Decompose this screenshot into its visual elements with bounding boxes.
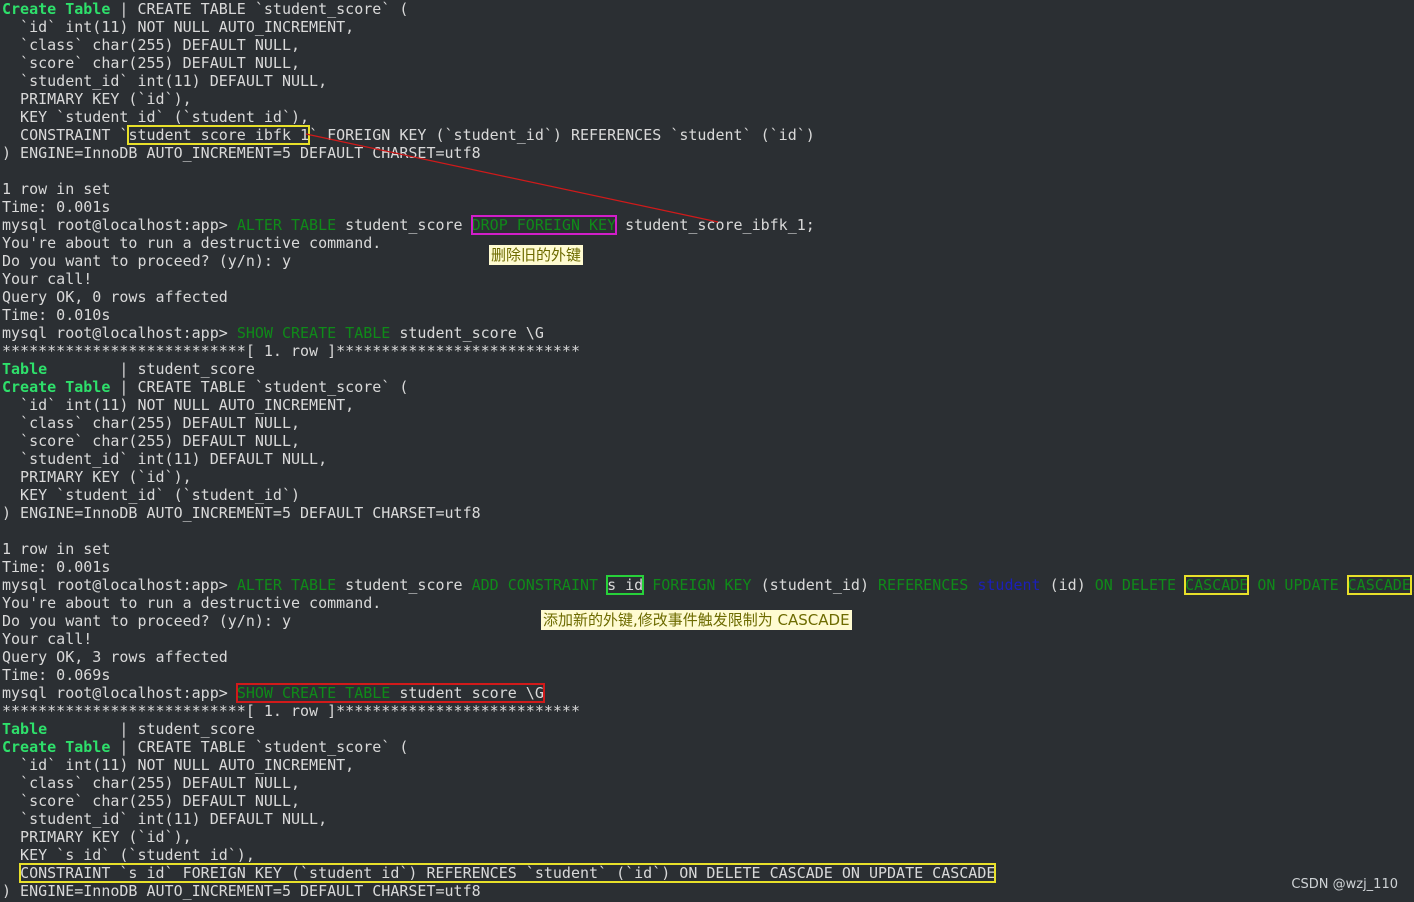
arrow-line: [305, 133, 719, 223]
add-fk-annotation: 添加新的外键,修改事件触发限制为 CASCADE: [541, 610, 852, 630]
watermark: CSDN @wzj_110: [1291, 877, 1398, 892]
drop-fk-annotation: 删除旧的外键: [489, 245, 584, 265]
annotation-arrow: [305, 133, 719, 223]
